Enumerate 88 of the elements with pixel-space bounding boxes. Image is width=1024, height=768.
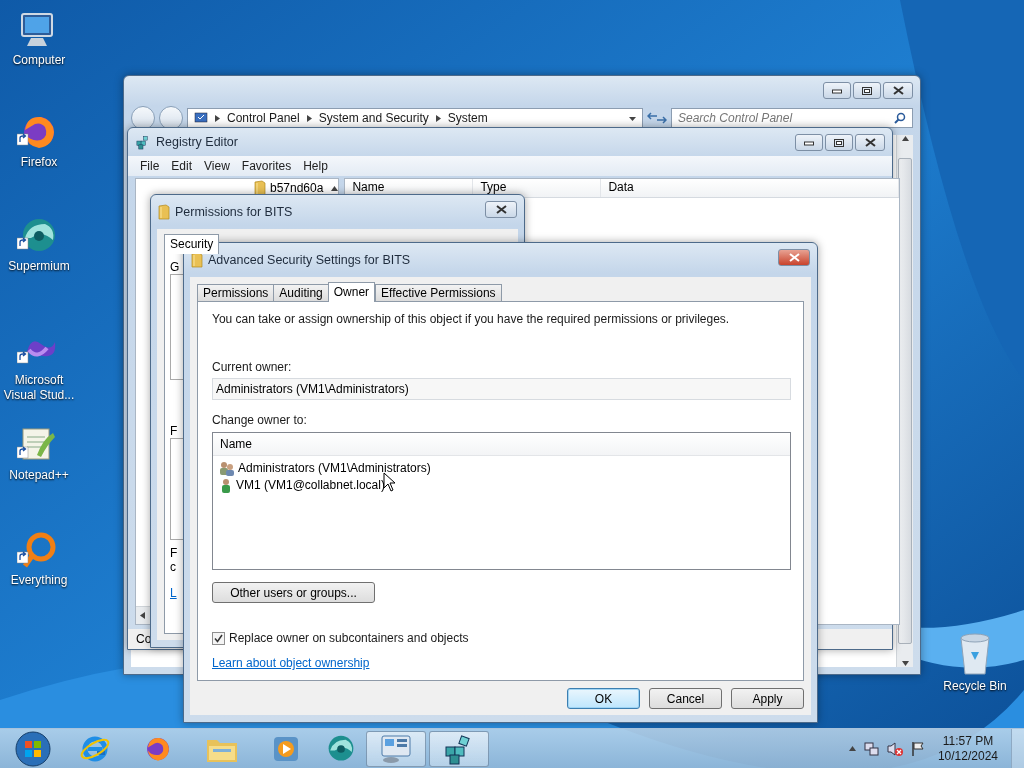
close-button[interactable]: [778, 249, 810, 266]
window-title: Registry Editor: [156, 135, 239, 149]
flag-icon[interactable]: [910, 740, 925, 757]
tab[interactable]: Auditing: [273, 284, 329, 301]
tab[interactable]: Security: [164, 234, 220, 254]
desktop-icon-label[interactable]: Everything: [0, 573, 78, 588]
column-header[interactable]: Data: [601, 179, 900, 197]
control-panel-icon: [194, 112, 208, 124]
menu-item[interactable]: File: [134, 159, 166, 173]
control-panel-icon[interactable]: [379, 732, 413, 765]
dialog-button[interactable]: Apply: [731, 688, 804, 709]
users-icon: [219, 460, 235, 476]
muted-speaker-icon[interactable]: [885, 740, 904, 757]
chevron-up-icon[interactable]: [848, 745, 856, 752]
scroll-up-icon[interactable]: [331, 184, 339, 192]
dropdown-icon[interactable]: [629, 114, 636, 122]
dialog-button[interactable]: OK: [567, 688, 640, 709]
tree-item[interactable]: b57nd60a: [270, 181, 324, 195]
search-icon: [894, 112, 906, 124]
tab[interactable]: Effective Permissions: [375, 284, 502, 301]
folder-icon: [158, 204, 170, 220]
close-icon: [788, 253, 800, 262]
chevron-icon[interactable]: [305, 114, 313, 122]
label-text: Current owner:: [212, 360, 293, 374]
close-icon: [864, 138, 876, 147]
maximize-icon: [834, 138, 844, 147]
label-text: Change owner to:: [212, 412, 308, 427]
taskbar-button[interactable]: [366, 730, 426, 767]
folder-icon: [254, 180, 266, 196]
breadcrumb-item[interactable]: System: [447, 111, 488, 125]
help-link[interactable]: Learn about object ownership: [212, 656, 370, 670]
minimize-icon: [804, 139, 814, 146]
folder-icon: [191, 252, 203, 268]
back-button[interactable]: [131, 106, 155, 130]
label-text: G: [170, 260, 180, 274]
scroll-down-icon[interactable]: [901, 660, 909, 667]
address-bar[interactable]: Control Panel System and Security System: [187, 108, 643, 128]
window-title: Permissions for BITS: [175, 205, 294, 219]
refresh-icon[interactable]: [647, 111, 667, 125]
tab[interactable]: Owner: [327, 282, 376, 302]
label-text: c: [170, 560, 176, 574]
taskbar-button[interactable]: [429, 730, 489, 767]
menu-item[interactable]: View: [198, 159, 236, 173]
search-field[interactable]: Search Control Panel: [671, 108, 913, 128]
dialog-button[interactable]: Cancel: [649, 688, 722, 709]
link[interactable]: L: [170, 586, 177, 600]
scroll-up-icon[interactable]: [901, 135, 909, 142]
tab[interactable]: Permissions: [197, 284, 275, 301]
desktop-icon-label[interactable]: Firefox: [0, 155, 78, 170]
breadcrumb-item[interactable]: Control Panel: [227, 111, 300, 125]
checkbox[interactable]: [212, 631, 225, 645]
close-button[interactable]: [855, 134, 885, 151]
current-owner-field[interactable]: Administrators (VM1\Administrators): [212, 378, 791, 400]
checkmark-icon: [214, 633, 223, 643]
forward-button[interactable]: [159, 106, 183, 130]
breadcrumb-item[interactable]: System and Security: [318, 111, 429, 125]
desktop-icon-label[interactable]: Computer: [0, 53, 78, 68]
close-button[interactable]: [883, 82, 913, 99]
scroll-left-icon[interactable]: [139, 612, 146, 619]
desktop-icon-label[interactable]: Notepad++: [0, 468, 78, 483]
chevron-icon[interactable]: [434, 114, 442, 122]
clock[interactable]: 11:57 PM 10/12/2024: [937, 733, 998, 764]
label-text: F: [170, 546, 178, 560]
list-item[interactable]: Administrators (VM1\Administrators): [238, 461, 431, 475]
minimize-icon: [832, 87, 842, 94]
user-icon: [219, 477, 233, 493]
menu-item[interactable]: Edit: [165, 159, 199, 173]
desktop-icon-label[interactable]: Recycle Bin: [936, 679, 1014, 694]
close-icon: [892, 86, 904, 95]
menu-item[interactable]: Favorites: [235, 159, 298, 173]
desktop-icon-label[interactable]: Supermium: [0, 259, 78, 274]
network-icon[interactable]: [862, 740, 879, 757]
cubes-icon: [135, 134, 151, 150]
window-title: Advanced Security Settings for BITS: [208, 253, 412, 267]
start-orb-icon[interactable]: [15, 730, 51, 767]
menu-item[interactable]: Help: [297, 159, 334, 173]
maximize-button[interactable]: [825, 134, 853, 151]
maximize-icon: [862, 86, 872, 95]
maximize-button[interactable]: [853, 82, 881, 99]
close-button[interactable]: [485, 201, 517, 218]
list-item[interactable]: VM1 (VM1@collabnet.local): [236, 478, 385, 492]
label-text: F: [170, 424, 178, 438]
chevron-icon[interactable]: [214, 114, 221, 122]
other-users-button[interactable]: Other users or groups...: [212, 582, 375, 603]
description-text: You can take or assign ownership of this object if you have the required permissions or privileges.: [212, 312, 731, 326]
desktop-icon-label[interactable]: Microsoft Visual Stud...: [0, 373, 78, 403]
checkbox-label: Replace owner on subcontainers and objects: [229, 631, 469, 645]
close-icon: [495, 205, 507, 214]
